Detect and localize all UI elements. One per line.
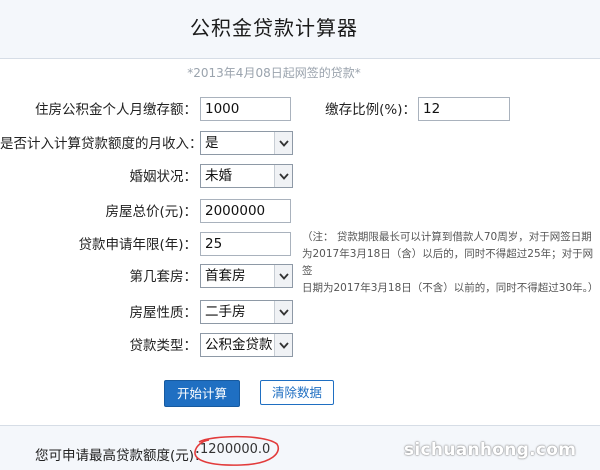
loan-term-note: （注： 贷款期限最长可以计算到借款人70周岁，对于网签日期 为2017年3月18… <box>302 229 598 297</box>
house-type-value: 二手房 <box>205 304 246 320</box>
note-line: 为2017年3月18日（含）以后的，同时不得超过25年；对于网签 <box>302 248 594 277</box>
result-label: 您可申请最高贷款额度(元)： <box>35 448 208 464</box>
note-line: 日期为2017年3月18日（不含）以前的，同时不得超过30年。） <box>302 282 599 294</box>
loan-years-input[interactable]: 25 <box>200 232 291 256</box>
chevron-down-icon[interactable] <box>274 265 292 287</box>
monthly-deposit-label: 住房公积金个人月缴存额： <box>35 102 197 118</box>
marital-status-select[interactable]: 未婚 <box>200 164 293 188</box>
monthly-deposit-input[interactable]: 1000 <box>200 97 291 121</box>
loan-type-select[interactable]: 公积金贷款 <box>200 333 293 357</box>
marital-status-label: 婚姻状况： <box>129 169 198 185</box>
house-count-value: 首套房 <box>205 268 246 284</box>
calculate-button[interactable]: 开始计算 <box>164 380 240 407</box>
result-value: 1200000.0 <box>200 442 271 457</box>
chevron-down-icon[interactable] <box>274 132 292 154</box>
loan-type-value: 公积金贷款 <box>205 337 273 353</box>
house-count-select[interactable]: 首套房 <box>200 264 293 288</box>
chevron-down-icon[interactable] <box>274 301 292 323</box>
loan-years-label: 贷款申请年限(年)： <box>78 237 197 253</box>
house-type-label: 房屋性质： <box>129 305 198 321</box>
loan-type-label: 贷款类型： <box>129 338 198 354</box>
watermark: sichuanhong.com <box>404 440 577 460</box>
page-subtitle: *2013年4月08日起网签的贷款* <box>187 66 361 80</box>
header: 公积金贷款计算器 <box>0 0 600 59</box>
house-price-input[interactable]: 2000000 <box>200 199 291 223</box>
count-income-label: 是否计入计算贷款额度的月收入： <box>0 136 203 152</box>
note-line: （注： 贷款期限最长可以计算到借款人70周岁，对于网签日期 <box>302 231 592 243</box>
page-title: 公积金贷款计算器 <box>190 16 358 40</box>
clear-button[interactable]: 清除数据 <box>260 380 334 405</box>
deposit-ratio-label: 缴存比例(%)： <box>325 102 416 118</box>
chevron-down-icon[interactable] <box>274 334 292 356</box>
house-price-label: 房屋总价(元)： <box>105 204 197 220</box>
count-income-value: 是 <box>205 135 219 151</box>
count-income-select[interactable]: 是 <box>200 131 293 155</box>
marital-status-value: 未婚 <box>205 168 232 184</box>
house-count-label: 第几套房： <box>129 269 198 285</box>
house-type-select[interactable]: 二手房 <box>200 300 293 324</box>
chevron-down-icon[interactable] <box>274 165 292 187</box>
deposit-ratio-input[interactable]: 12 <box>418 97 510 121</box>
